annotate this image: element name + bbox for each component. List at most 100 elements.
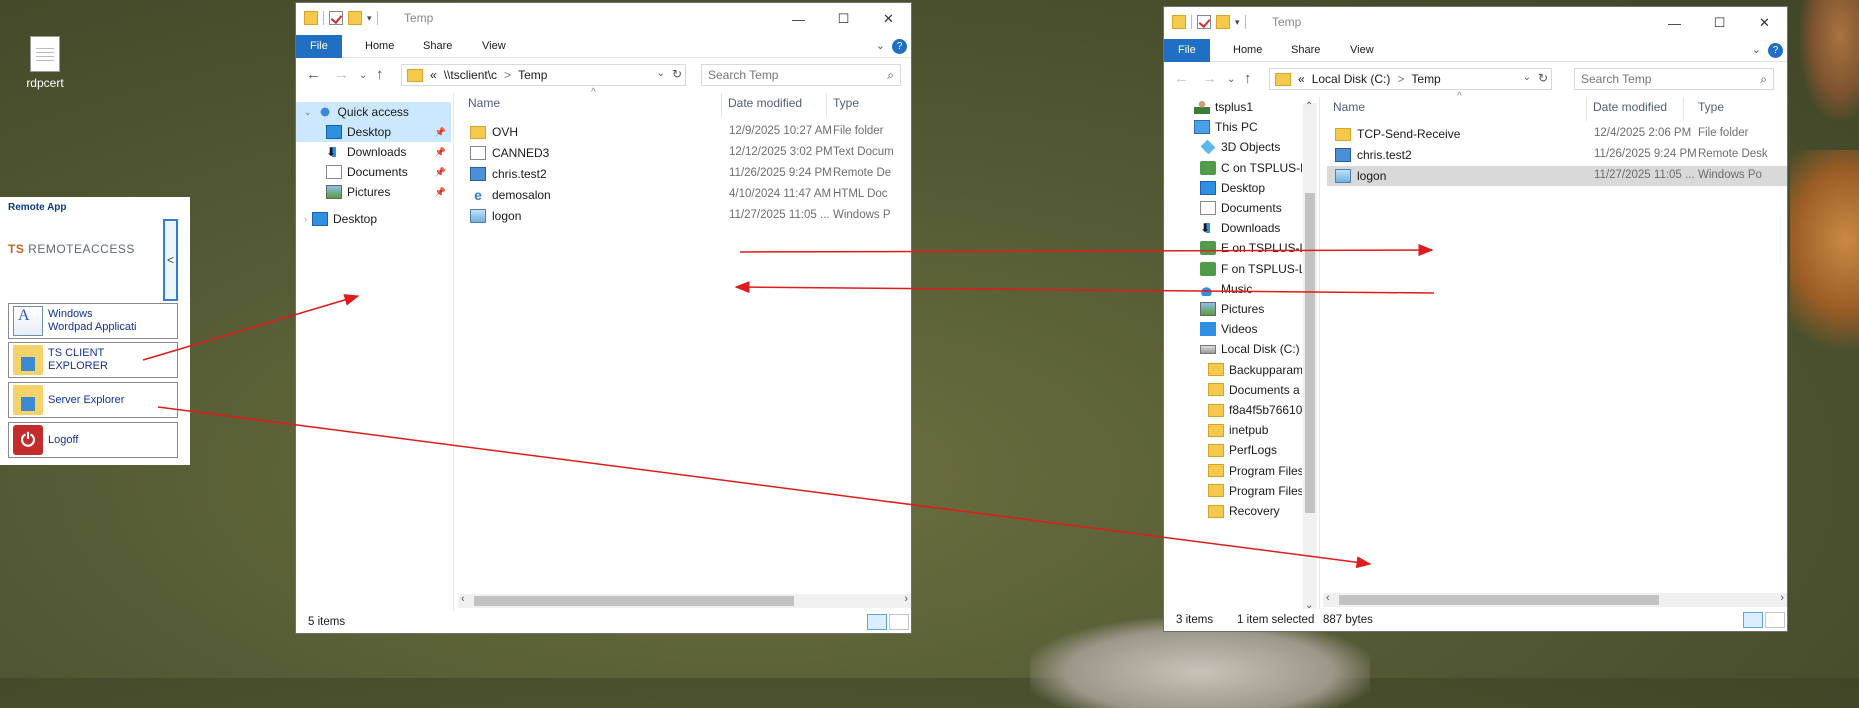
nav-item[interactable]: inetpub [1164,420,1302,440]
scroll-right-icon[interactable]: › [904,593,908,605]
refresh-icon[interactable]: ↻ [672,67,682,81]
server-explorer-button[interactable]: Server Explorer [8,382,178,418]
expand-icon[interactable]: › [304,214,307,224]
column-separator[interactable] [1586,97,1587,121]
file-row[interactable]: e demosalon 4/10/2024 11:47 AM HTML Doc [456,185,911,205]
tab-home[interactable]: Home [365,35,394,58]
up-icon[interactable]: ↑ [376,66,384,83]
address-overflow[interactable]: « [1298,72,1305,86]
minimize-button[interactable]: — [776,3,821,35]
properties-icon[interactable] [329,11,343,25]
scrollbar-thumb[interactable] [474,596,794,606]
tab-share[interactable]: Share [1291,39,1320,62]
address-dropdown-icon[interactable]: ⌄ [657,68,665,79]
file-row[interactable]: logon 11/27/2025 11:05 ... Windows P [456,206,911,226]
horizontal-scrollbar[interactable]: ‹ › [458,593,911,608]
nav-item[interactable]: Local Disk (C:) [1164,339,1302,359]
column-separator[interactable] [1683,97,1684,121]
scroll-left-icon[interactable]: ‹ [1326,592,1330,604]
address-segment-tsclient[interactable]: \\tsclient\c [444,68,497,82]
customize-toolbar-icon[interactable]: ▾ [1235,17,1240,28]
help-icon[interactable]: ? [892,39,907,54]
back-icon[interactable]: ← [1174,70,1189,87]
tab-share[interactable]: Share [423,35,452,58]
scroll-left-icon[interactable]: ‹ [461,593,465,605]
search-input[interactable]: Search Temp ⌕ [1574,68,1774,90]
nav-pictures[interactable]: Pictures 📌 [296,182,451,202]
address-overflow[interactable]: « [430,68,437,82]
nav-item[interactable]: Program Files [1164,481,1302,501]
column-header-name[interactable]: Name [1333,97,1365,117]
maximize-button[interactable]: ☐ [821,3,866,35]
expand-ribbon-icon[interactable]: ⌄ [1752,43,1761,56]
close-button[interactable]: ✕ [1742,7,1787,39]
file-row[interactable]: TCP-Send-Receive 12/4/2025 2:06 PM File … [1321,124,1787,144]
file-row[interactable]: chris.test2 11/26/2025 9:24 PM Remote De [456,164,911,184]
nav-documents[interactable]: Documents 📌 [296,162,451,182]
scrollbar-thumb[interactable] [1339,595,1659,605]
recent-locations-icon[interactable]: ⌄ [1227,74,1235,85]
search-input[interactable]: Search Temp ⌕ [701,64,901,86]
properties-icon[interactable] [1197,15,1211,29]
expand-icon[interactable]: ⌄ [304,107,312,118]
logoff-button[interactable]: ⏻ Logoff [8,422,178,458]
scroll-right-icon[interactable]: › [1780,592,1784,604]
nav-item[interactable]: C on TSPLUS-L [1164,158,1302,178]
column-header-type[interactable]: Type [1698,97,1724,117]
navigation-scrollbar[interactable]: ⌃ ⌄ [1303,101,1317,611]
pin-icon[interactable]: 📌 [435,187,446,198]
details-view-icon[interactable] [867,614,887,630]
file-row-selected[interactable]: logon 11/27/2025 11:05 ... Windows Po [1327,166,1787,186]
nav-item[interactable]: Music [1164,279,1302,299]
customize-toolbar-icon[interactable]: ▾ [367,13,372,24]
pane-divider[interactable] [1319,97,1320,609]
nav-item[interactable]: tsplus1 [1164,97,1302,117]
column-header-date[interactable]: Date modified [728,93,802,113]
horizontal-scrollbar[interactable]: ‹ › [1323,592,1787,607]
nav-item[interactable]: Documents [1164,198,1302,218]
nav-desktop-pinned[interactable]: Desktop 📌 [296,122,451,142]
up-icon[interactable]: ↑ [1244,70,1252,87]
refresh-icon[interactable]: ↻ [1538,71,1548,85]
nav-item[interactable]: Recovery [1164,501,1302,521]
column-header-type[interactable]: Type [833,93,859,113]
nav-desktop[interactable]: › Desktop [296,209,451,229]
recent-locations-icon[interactable]: ⌄ [359,70,367,81]
nav-item[interactable]: Desktop [1164,178,1302,198]
ts-client-explorer-button[interactable]: TS CLIENT EXPLORER [8,342,178,378]
nav-item[interactable]: This PC [1164,117,1302,137]
nav-item[interactable]: 3D Objects [1164,137,1302,157]
expand-ribbon-icon[interactable]: ⌄ [876,39,885,52]
address-dropdown-icon[interactable]: ⌄ [1523,72,1531,83]
pin-icon[interactable]: 📌 [435,147,446,158]
nav-quick-access[interactable]: ⌄ Quick access [296,102,451,122]
nav-item[interactable]: Pictures [1164,299,1302,319]
scrollbar-thumb[interactable] [1305,193,1315,513]
pin-icon[interactable]: 📌 [435,127,446,138]
new-folder-icon[interactable] [348,11,362,25]
large-icons-view-icon[interactable] [889,614,909,630]
file-row[interactable]: CANNED3 12/12/2025 3:02 PM Text Docum [456,143,911,163]
desktop-file-rdpcert[interactable]: rdpcert [20,36,70,90]
address-bar[interactable]: « \\tsclient\c > Temp ⌄ ↻ [401,64,686,86]
close-button[interactable]: ✕ [866,3,911,35]
tab-home[interactable]: Home [1233,39,1262,62]
forward-icon[interactable]: → [1202,70,1217,87]
details-view-icon[interactable] [1743,612,1763,628]
maximize-button[interactable]: ☐ [1697,7,1742,39]
pin-icon[interactable]: 📌 [435,167,446,178]
nav-item[interactable]: ⬇ Downloads [1164,218,1302,238]
scroll-up-icon[interactable]: ⌃ [1305,101,1313,112]
tab-view[interactable]: View [482,35,506,58]
pane-divider[interactable] [453,93,454,611]
column-separator[interactable] [721,93,722,117]
file-row[interactable]: OVH 12/9/2025 10:27 AM File folder [456,122,911,142]
nav-item[interactable]: E on TSPLUS-L [1164,238,1302,258]
tab-file[interactable]: File [296,35,342,58]
tab-view[interactable]: View [1350,39,1374,62]
address-segment-local-disk[interactable]: Local Disk (C:) [1312,72,1391,86]
wordpad-app-button[interactable]: WindowsWordpad Applicati [8,303,178,339]
nav-item[interactable]: Documents a [1164,380,1302,400]
nav-item[interactable]: F on TSPLUS-L [1164,259,1302,279]
large-icons-view-icon[interactable] [1765,612,1785,628]
